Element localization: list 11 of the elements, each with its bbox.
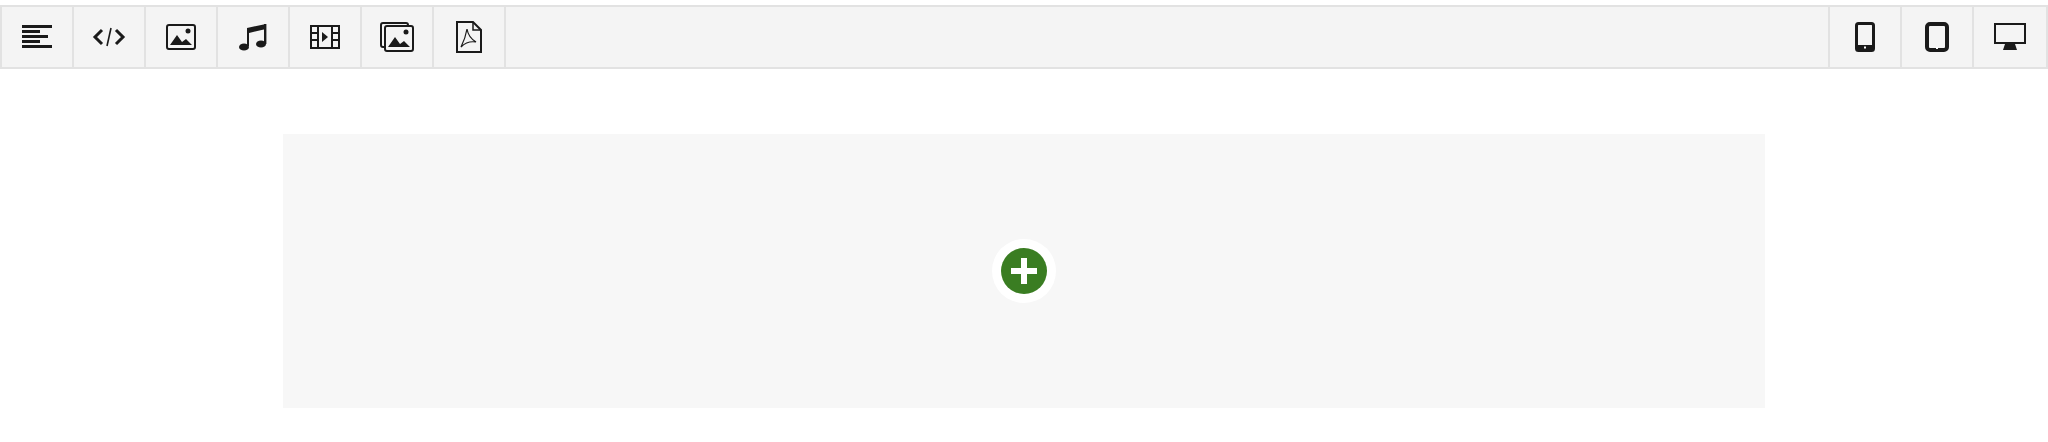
image-icon (166, 24, 196, 50)
pdf-file-icon (456, 21, 482, 53)
code-icon (92, 26, 126, 48)
monitor-icon (1994, 23, 2026, 51)
paragraph-icon (22, 25, 52, 49)
music-note-icon (238, 22, 268, 52)
phone-icon (1855, 22, 1875, 52)
images-icon (380, 22, 414, 52)
tablet-icon (1925, 22, 1949, 52)
film-icon (310, 25, 340, 49)
add-icon (1001, 248, 1047, 294)
